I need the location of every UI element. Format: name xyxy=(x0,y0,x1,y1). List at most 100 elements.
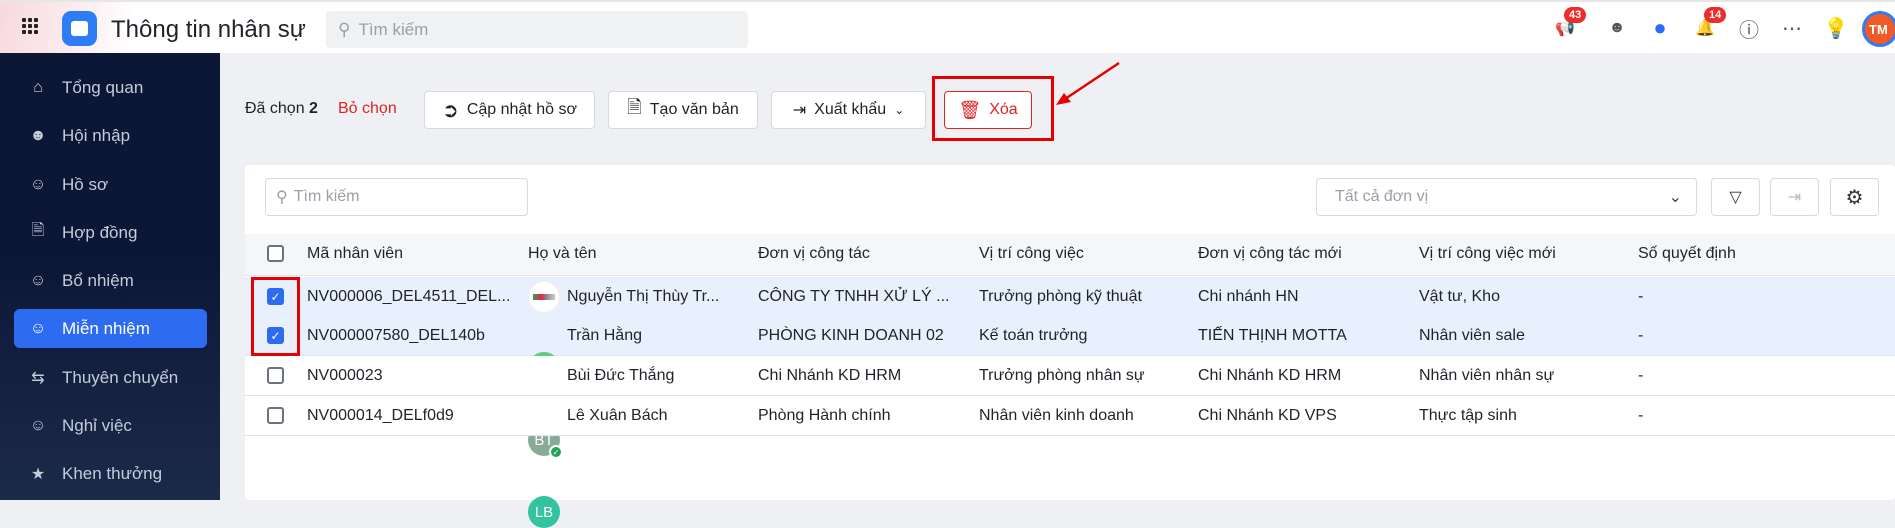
sidebar-item-label: Hồ sơ xyxy=(62,174,109,194)
person-add-icon: ☺ xyxy=(29,271,47,289)
announcements-badge: 43 xyxy=(1564,7,1587,23)
cell-unit: PHÒNG KINH DOANH 02 xyxy=(758,327,944,344)
notifications-badge: 14 xyxy=(1704,7,1727,23)
cell-position: Nhân viên kinh doanh xyxy=(979,407,1134,424)
column-header-5[interactable]: Vị trí công việc mới xyxy=(1419,245,1556,263)
cell-new-position: Thực tập sinh xyxy=(1419,407,1517,424)
sidebar-item-1[interactable]: ☻ Hội nhập xyxy=(14,116,207,155)
sidebar-item-label: Khen thưởng xyxy=(62,463,163,483)
verified-icon: ✓ xyxy=(549,445,563,459)
sidebar-item-label: Hội nhập xyxy=(62,125,131,145)
sidebar-item-label: Thuyên chuyển xyxy=(62,367,179,387)
group-icon: ☻ xyxy=(29,126,47,144)
arrow-right-circle-icon: ➲ xyxy=(442,99,459,122)
help-icon[interactable]: ⓘ xyxy=(1736,15,1762,42)
filter-icon: ▽ xyxy=(1729,189,1742,206)
filter-button[interactable]: ▽ xyxy=(1711,178,1760,216)
sidebar-item-label: Bổ nhiệm xyxy=(62,270,134,290)
chat-icon[interactable]: ● xyxy=(1647,15,1673,41)
transfer-icon: ⇆ xyxy=(31,369,45,387)
row-checkbox[interactable] xyxy=(267,407,284,424)
table-search-input[interactable]: ⚲ Tìm kiếm xyxy=(265,178,528,216)
update-profile-button[interactable]: ➲ Cập nhật hồ sơ xyxy=(424,91,595,129)
employee-avatar: LB xyxy=(528,496,560,528)
award-icon: ★ xyxy=(30,465,46,483)
column-header-6[interactable]: Số quyết định xyxy=(1638,245,1736,263)
employee-code: NV000023 xyxy=(307,367,383,384)
column-header-4[interactable]: Đơn vị công tác mới xyxy=(1198,245,1342,263)
global-search-input[interactable]: ⚲ Tìm kiếm xyxy=(326,11,748,48)
employee-avatar xyxy=(528,281,560,313)
deselect-link[interactable]: Bỏ chọn xyxy=(338,100,397,118)
sidebar-item-4[interactable]: ☺ Bổ nhiệm xyxy=(14,261,207,300)
cell-unit: Phòng Hành chính xyxy=(758,407,891,424)
sidebar-item-8[interactable]: ★ Khen thưởng xyxy=(14,454,207,493)
app-logo xyxy=(62,11,97,46)
lightbulb-icon[interactable]: 💡 xyxy=(1823,15,1849,41)
column-header-3[interactable]: Vị trí công việc xyxy=(979,245,1084,263)
file-icon: 🗎 xyxy=(627,97,642,117)
person-remove-icon: ☺ xyxy=(29,319,47,337)
home-icon: ⌂ xyxy=(33,78,43,96)
cell-position: Kế toán trưởng xyxy=(979,327,1088,344)
chevron-down-icon: ⌄ xyxy=(1668,189,1682,206)
cell-new-position: Vật tư, Kho xyxy=(1419,288,1500,305)
person-x-icon: ☺ xyxy=(29,416,47,434)
cell-new-unit: TIẾN THỊNH MOTTA xyxy=(1198,327,1347,344)
cell-name[interactable]: Nguyễn Thị Thùy Tr... xyxy=(567,288,719,306)
export-icon: ⇥ xyxy=(1787,189,1802,206)
export-icon: ⇥ xyxy=(792,102,807,119)
cell-new-position: Nhân viên sale xyxy=(1419,327,1525,344)
document-icon: 🗎 xyxy=(31,222,45,239)
user-avatar[interactable]: TM xyxy=(1862,11,1895,47)
sidebar-item-0[interactable]: ⌂ Tổng quan xyxy=(14,68,207,107)
cell-decision: - xyxy=(1638,327,1644,344)
app-title: Thông tin nhân sự xyxy=(111,16,306,43)
sidebar-item-7[interactable]: ☺ Nghỉ việc xyxy=(14,406,207,445)
employee-code: NV000006_DEL4511_DEL... xyxy=(307,288,511,305)
app-grid-icon[interactable] xyxy=(22,18,38,34)
bell-icon[interactable]: 🔔 14 xyxy=(1692,7,1727,41)
export-button[interactable]: ⇥ Xuất khẩu ⌄ xyxy=(771,91,926,129)
cell-name[interactable]: Bùi Đức Thắng xyxy=(567,367,674,385)
add-user-icon[interactable]: ☻ xyxy=(1604,15,1630,41)
sidebar-item-5[interactable]: ☺ Miễn nhiệm xyxy=(14,309,207,348)
more-icon[interactable]: ⋯ xyxy=(1779,15,1805,41)
company-logo xyxy=(533,294,555,300)
sidebar-item-label: Tổng quan xyxy=(62,77,144,97)
megaphone-icon[interactable]: 📢 43 xyxy=(1552,7,1587,41)
cell-name[interactable]: Lê Xuân Bách xyxy=(567,407,668,425)
cell-name[interactable]: Trần Hằng xyxy=(567,327,642,345)
column-header-2[interactable]: Đơn vị công tác xyxy=(758,245,870,263)
highlight-box-delete xyxy=(932,76,1054,141)
chevron-down-icon: ⌄ xyxy=(894,103,905,117)
unit-select[interactable]: Tất cả đơn vị ⌄ xyxy=(1316,178,1697,216)
sidebar-item-label: Nghỉ việc xyxy=(62,415,132,435)
select-all-checkbox[interactable] xyxy=(267,245,284,262)
sidebar-item-6[interactable]: ⇆ Thuyên chuyển xyxy=(14,358,207,397)
cell-new-position: Nhân viên nhân sự xyxy=(1419,367,1555,384)
cell-new-unit: Chi Nhánh KD VPS xyxy=(1198,407,1337,424)
row-checkbox[interactable] xyxy=(267,367,284,384)
create-document-button[interactable]: 🗎 Tạo văn bản xyxy=(608,91,758,129)
gear-icon: ⚙ xyxy=(1845,186,1864,209)
cell-decision: - xyxy=(1638,407,1644,424)
settings-button[interactable]: ⚙ xyxy=(1830,178,1879,216)
cell-unit: CÔNG TY TNHH XỬ LÝ ... xyxy=(758,288,950,305)
cell-new-unit: Chi nhánh HN xyxy=(1198,288,1299,305)
employee-code: NV000014_DELf0d9 xyxy=(307,407,454,424)
top-header: Thông tin nhân sự ⚲ Tìm kiếm 📢 43 ☻ ● 🔔 14 … xyxy=(0,0,1895,55)
sidebar-item-2[interactable]: ☺ Hồ sơ xyxy=(14,165,207,204)
cell-position: Trưởng phòng nhân sự xyxy=(979,367,1145,384)
selected-count-text: Đã chọn 2 xyxy=(245,100,318,117)
column-header-0[interactable]: Mã nhân viên xyxy=(307,245,403,263)
search-icon: ⚲ xyxy=(276,189,288,206)
table-export-button[interactable]: ⇥ xyxy=(1770,178,1819,216)
person-icon: ☺ xyxy=(29,175,47,193)
highlight-box-checkboxes xyxy=(251,277,300,356)
cell-decision: - xyxy=(1638,288,1644,305)
column-header-1[interactable]: Họ và tên xyxy=(528,245,596,263)
search-icon: ⚲ xyxy=(338,19,351,39)
sidebar-item-3[interactable]: 🗎 Hợp đồng xyxy=(14,213,207,252)
sidebar-item-label: Hợp đồng xyxy=(62,222,138,242)
